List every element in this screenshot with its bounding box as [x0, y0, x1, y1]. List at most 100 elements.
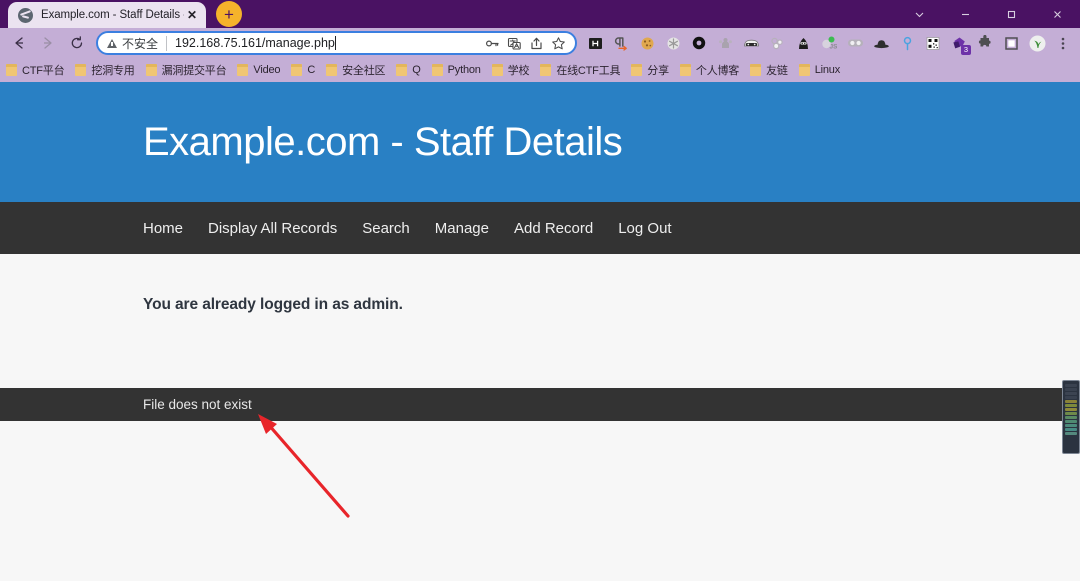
ring-extension-icon[interactable]: [686, 30, 712, 56]
file-error-message: File does not exist: [143, 397, 252, 412]
bookmark-label: Linux: [814, 64, 841, 76]
masked-car-extension-icon[interactable]: [738, 30, 764, 56]
folder-icon: [750, 64, 762, 76]
bookmark-item[interactable]: 挖洞专用: [75, 62, 135, 78]
bookmark-label: Video: [253, 64, 281, 76]
folder-icon: [631, 64, 643, 76]
site-navigation: Home Display All Records Search Manage A…: [0, 202, 1080, 254]
hat-extension-icon[interactable]: [868, 30, 894, 56]
page-title: Example.com - Staff Details: [143, 119, 623, 164]
bookmark-label: 学校: [507, 65, 530, 77]
translate-icon[interactable]: [503, 32, 525, 54]
extensions-toolbar: JS 3: [582, 30, 1076, 56]
bookmark-item[interactable]: C: [291, 64, 315, 76]
minimap-row: [1065, 392, 1077, 395]
bookmarks-bar: CTF平台 挖洞专用 漏洞提交平台 Video C 安全社区 Q Python: [0, 58, 1080, 82]
forward-button[interactable]: [33, 30, 62, 56]
bookmark-label: 在线CTF工具: [556, 65, 621, 77]
bookmark-item[interactable]: 安全社区: [326, 62, 385, 78]
hackbar-extension-icon[interactable]: [582, 30, 608, 56]
goggles-extension-icon[interactable]: [842, 30, 868, 56]
bookmark-item[interactable]: CTF平台: [6, 62, 65, 78]
page-viewport: Example.com - Staff Details Home Display…: [0, 82, 1080, 581]
minimap-row: [1065, 408, 1077, 411]
footer-message-bar: File does not exist: [0, 388, 1080, 421]
bookmark-star-icon[interactable]: [547, 32, 569, 54]
snowflake-extension-icon[interactable]: [660, 30, 686, 56]
cookie-editor-extension-icon[interactable]: [634, 30, 660, 56]
nav-link-manage[interactable]: Manage: [435, 220, 489, 237]
folder-icon: [679, 64, 691, 76]
reload-button[interactable]: [62, 30, 91, 56]
square-extension-icon[interactable]: [998, 30, 1024, 56]
text-cursor: [334, 36, 336, 50]
minimap-row: [1065, 432, 1077, 435]
security-status-label: 不安全: [122, 36, 159, 51]
minimap-row: [1065, 384, 1077, 387]
close-tab-icon[interactable]: ✕: [184, 7, 200, 23]
minimap-row: [1065, 420, 1077, 423]
nav-link-log-out[interactable]: Log Out: [618, 220, 671, 237]
password-key-icon[interactable]: [481, 32, 503, 54]
bookmark-item[interactable]: Linux: [798, 64, 841, 76]
minimap-row: [1065, 428, 1077, 431]
not-secure-warning-icon: [107, 38, 117, 48]
close-window-button[interactable]: [1034, 0, 1080, 28]
folder-icon: [75, 64, 87, 76]
bookmark-item[interactable]: 友链: [750, 62, 788, 78]
minimap-row: [1065, 404, 1077, 407]
window-controls: [896, 0, 1080, 28]
bookmark-label: C: [307, 64, 316, 76]
bubbles-extension-icon[interactable]: [764, 30, 790, 56]
folder-icon: [326, 64, 338, 76]
bookmark-label: 分享: [647, 65, 669, 77]
browser-tab[interactable]: Example.com - Staff Details - \ ✕: [8, 2, 206, 28]
shapes-extension-icon[interactable]: 3: [946, 30, 972, 56]
bookmark-item[interactable]: 分享: [631, 62, 669, 78]
puzzle-extensions-icon[interactable]: [972, 30, 998, 56]
title-bar: Example.com - Staff Details - \ ✕ +: [0, 0, 1080, 28]
share-icon[interactable]: [525, 32, 547, 54]
bookmark-item[interactable]: 学校: [491, 62, 530, 78]
bookmark-label: Python: [447, 64, 481, 76]
tab-title: Example.com - Staff Details - \: [41, 9, 184, 21]
editor-minimap-peek-panel[interactable]: [1062, 380, 1080, 454]
url-value: 192.168.75.161/manage.php: [175, 36, 335, 50]
address-bar[interactable]: 不安全 192.168.75.161/manage.php: [96, 31, 577, 55]
bookmark-item[interactable]: Python: [431, 64, 481, 76]
pilcrow-extension-icon[interactable]: [608, 30, 634, 56]
qrcode-extension-icon[interactable]: [920, 30, 946, 56]
back-button[interactable]: [4, 30, 33, 56]
folder-icon: [491, 64, 503, 76]
new-tab-button[interactable]: +: [216, 1, 242, 27]
javascript-extension-icon[interactable]: JS: [816, 30, 842, 56]
pin-extension-icon[interactable]: [894, 30, 920, 56]
bookmark-item[interactable]: 个人博客: [679, 62, 739, 78]
url-text[interactable]: 192.168.75.161/manage.php: [175, 36, 481, 50]
ninja-extension-icon[interactable]: [790, 30, 816, 56]
minimap-row: [1065, 396, 1077, 399]
nav-link-search[interactable]: Search: [362, 220, 410, 237]
tab-search-chevron-down-icon[interactable]: [896, 0, 942, 28]
nav-link-display-all-records[interactable]: Display All Records: [208, 220, 337, 237]
nav-link-add-record[interactable]: Add Record: [514, 220, 593, 237]
folder-icon: [291, 64, 303, 76]
minimap-row: [1065, 424, 1077, 427]
people-extension-icon[interactable]: [712, 30, 738, 56]
bookmark-item[interactable]: 在线CTF工具: [540, 62, 620, 78]
minimap-row: [1065, 400, 1077, 403]
omnibox-divider: [166, 35, 168, 51]
bookmark-item[interactable]: 漏洞提交平台: [145, 62, 227, 78]
bookmark-label: 漏洞提交平台: [161, 65, 227, 77]
bookmark-item[interactable]: Video: [237, 64, 281, 76]
minimize-button[interactable]: [942, 0, 988, 28]
extension-badge-count: 3: [961, 45, 971, 55]
site-header-banner: Example.com - Staff Details: [0, 82, 1080, 202]
folder-icon: [6, 64, 17, 76]
browser-window: Example.com - Staff Details - \ ✕ + 不安全 …: [0, 0, 1080, 581]
profile-avatar-icon[interactable]: [1024, 30, 1050, 56]
bookmark-item[interactable]: Q: [396, 64, 421, 76]
nav-link-home[interactable]: Home: [143, 220, 183, 237]
chrome-menu-icon[interactable]: [1050, 30, 1076, 56]
maximize-button[interactable]: [988, 0, 1034, 28]
